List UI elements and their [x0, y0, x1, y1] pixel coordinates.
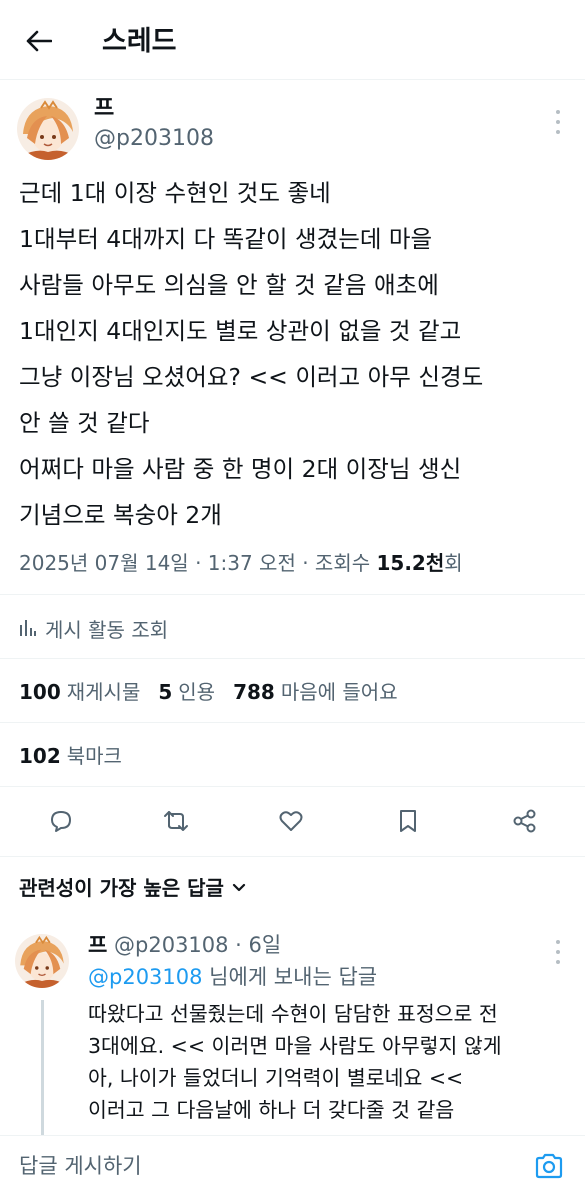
- tweet-line: 안 쓸 것 같다: [19, 409, 150, 437]
- bookmarks-stat[interactable]: 102 북마크: [19, 740, 122, 772]
- tweet-line: 사람들 아무도 의심을 안 할 것 같음 애초에: [19, 271, 439, 299]
- replies-sort-label: 관련성이 가장 높은 답글: [19, 876, 224, 900]
- tweet-line: 근데 1대 이장 수현인 것도 좋네: [19, 179, 331, 207]
- reply-icon[interactable]: [38, 798, 84, 844]
- tweet-line: 1대인지 4대인지도 별로 상관이 없을 것 같고: [19, 317, 462, 345]
- action-bar: [0, 798, 585, 844]
- more-options-icon[interactable]: [553, 110, 563, 134]
- mention-link[interactable]: @p203108: [88, 965, 203, 989]
- views-count: 15.2천: [376, 551, 445, 575]
- reply-text: 따왔다고 선물줬는데 수현이 담담한 표정으로 전 3대에요. << 이러면 마…: [88, 998, 558, 1126]
- share-icon[interactable]: [502, 798, 548, 844]
- page-title: 스레드: [102, 26, 177, 57]
- likes-count[interactable]: 788: [233, 676, 275, 708]
- reply-input[interactable]: 답글 게시하기: [19, 1150, 142, 1182]
- divider: [0, 722, 585, 723]
- reply-author-handle: @p203108 · 6일: [114, 933, 282, 957]
- chevron-down-icon: [232, 883, 245, 892]
- back-arrow-icon[interactable]: [22, 24, 56, 58]
- reposts-count[interactable]: 100: [19, 676, 61, 708]
- post-activity-label: 게시 활동 조회: [45, 617, 169, 642]
- thread-page: 스레드 프 @p203108 근데 1대 이장 수현인 것도 좋네 1대부터 4…: [0, 0, 585, 1200]
- tweet-meta: 2025년 07월 14일 · 1:37 오전 · 조회수 15.2천회: [19, 546, 463, 580]
- header-divider: [0, 79, 585, 80]
- reply-header[interactable]: 프 @p203108 · 6일: [88, 930, 281, 960]
- analytics-icon: [20, 620, 36, 636]
- reply-composer: 답글 게시하기: [0, 1135, 585, 1200]
- thread-connector-line: [41, 1000, 44, 1140]
- tweet-line: 그냥 이장님 오셨어요? << 이러고 아무 신경도: [19, 363, 484, 391]
- divider: [0, 594, 585, 595]
- bookmarks-label: 북마크: [66, 744, 122, 768]
- divider: [0, 658, 585, 659]
- reply-line: 이러고 그 다음날에 하나 더 갖다줄 것 같음: [88, 1098, 455, 1122]
- top-app-bar: 스레드: [0, 0, 585, 80]
- author-name[interactable]: 프: [94, 94, 114, 124]
- post-activity-link[interactable]: 게시 활동 조회: [19, 610, 168, 646]
- reply-author-name: 프: [88, 933, 108, 957]
- quotes-count[interactable]: 5: [158, 676, 172, 708]
- tweet-line: 1대부터 4대까지 다 똑같이 생겼는데 마을: [19, 225, 433, 253]
- tweet-line: 어쩌다 마을 사람 중 한 명이 2대 이장님 생신: [19, 455, 462, 483]
- engagement-stats: 100 재게시물 5 인용 788 마음에 들어요: [19, 676, 398, 708]
- reply-author-avatar[interactable]: [15, 934, 69, 988]
- likes-label[interactable]: 마음에 들어요: [281, 676, 398, 708]
- reply-line: 아, 나이가 들었더니 기억력이 별로네요 <<: [88, 1066, 464, 1090]
- views-suffix: 회: [444, 551, 463, 575]
- tweet-line: 기념으로 복숭아 2개: [19, 501, 222, 529]
- like-icon[interactable]: [268, 798, 314, 844]
- reposts-label[interactable]: 재게시물: [67, 676, 141, 708]
- bookmark-icon[interactable]: [385, 798, 431, 844]
- divider: [0, 856, 585, 857]
- timestamp[interactable]: 2025년 07월 14일 · 1:37 오전 · 조회수: [19, 551, 376, 575]
- author-handle[interactable]: @p203108: [94, 124, 214, 154]
- author-avatar[interactable]: [17, 98, 79, 160]
- tweet-text: 근데 1대 이장 수현인 것도 좋네 1대부터 4대까지 다 똑같이 생겼는데 …: [19, 170, 569, 538]
- divider: [0, 786, 585, 787]
- bookmarks-count: 102: [19, 744, 61, 768]
- reply-line: 따왔다고 선물줬는데 수현이 담담한 표정으로 전: [88, 1002, 498, 1026]
- replies-sort-dropdown[interactable]: 관련성이 가장 높은 답글: [19, 872, 246, 904]
- replying-to-label: 님에게 보내는 답글: [202, 965, 378, 989]
- quotes-label[interactable]: 인용: [178, 676, 215, 708]
- reply-line: 3대에요. << 이러면 마을 사람도 아무렇지 않게: [88, 1034, 502, 1058]
- camera-icon[interactable]: [533, 1150, 565, 1182]
- repost-icon[interactable]: [153, 798, 199, 844]
- replying-to: @p203108 님에게 보내는 답글: [88, 962, 377, 992]
- reply-more-options-icon[interactable]: [553, 940, 563, 964]
